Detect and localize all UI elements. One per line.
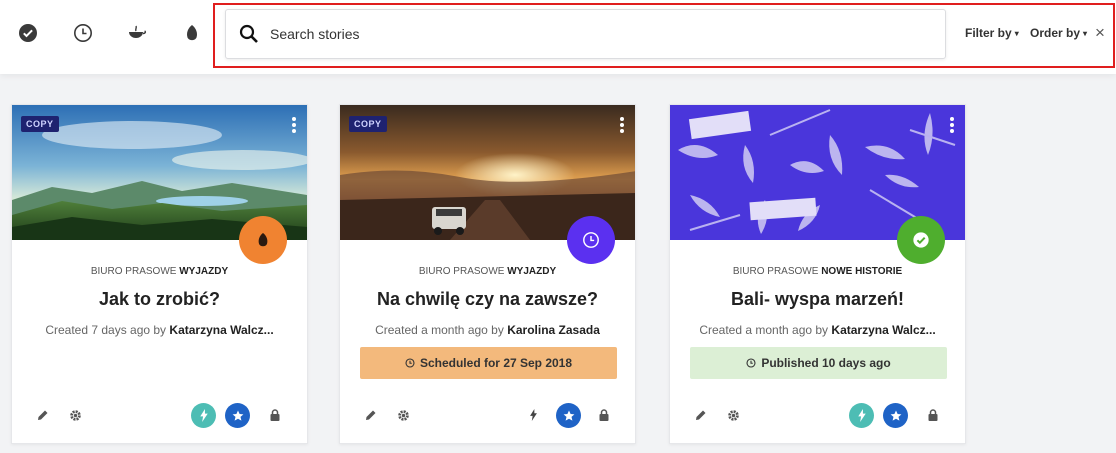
story-card[interactable]: BIURO PRASOWE NOWE HISTORIE Bali- wyspa …	[669, 104, 966, 444]
story-title[interactable]: Na chwilę czy na zawsze?	[340, 289, 635, 310]
caret-down-icon: ▾	[1083, 29, 1088, 38]
pot-icon[interactable]	[126, 22, 148, 44]
scheduled-status-icon	[567, 216, 615, 264]
caret-down-icon: ▾	[1014, 29, 1019, 38]
gear-icon[interactable]	[726, 403, 740, 427]
copy-badge: COPY	[21, 116, 59, 132]
filter-by-dropdown[interactable]: Filter by ▾	[965, 26, 1019, 40]
close-icon[interactable]: ×	[1093, 24, 1107, 41]
order-by-dropdown[interactable]: Order by ▾	[1030, 26, 1087, 40]
copy-badge: COPY	[349, 116, 387, 132]
gear-icon[interactable]	[396, 403, 410, 427]
story-title[interactable]: Bali- wyspa marzeń!	[670, 289, 965, 310]
order-by-label: Order by	[1030, 26, 1081, 40]
story-card[interactable]: COPY BIURO PRASOWE WYJAZDY Jak to zrobić…	[11, 104, 308, 444]
draft-status-icon	[239, 216, 287, 264]
bolt-icon[interactable]	[527, 403, 539, 427]
clock-icon	[746, 358, 756, 368]
gear-icon[interactable]	[68, 403, 82, 427]
story-category: BIURO PRASOWE WYJAZDY	[90, 266, 229, 277]
story-meta: Created a month ago by Katarzyna Walcz..…	[699, 323, 936, 337]
more-options-icon[interactable]	[619, 117, 625, 135]
search-box[interactable]	[225, 9, 946, 59]
star-icon[interactable]	[556, 403, 581, 428]
story-category: BIURO PRASOWE NOWE HISTORIE	[732, 266, 903, 277]
pencil-icon[interactable]	[694, 403, 708, 427]
clock-icon[interactable]	[72, 22, 94, 44]
more-options-icon[interactable]	[949, 117, 955, 135]
pencil-icon[interactable]	[36, 403, 50, 427]
published-status-icon	[897, 216, 945, 264]
story-meta: Created a month ago by Karolina Zasada	[375, 323, 600, 337]
story-title[interactable]: Jak to zrobić?	[12, 289, 307, 310]
clock-icon	[405, 358, 415, 368]
bolt-icon[interactable]	[849, 403, 874, 428]
star-icon[interactable]	[225, 403, 250, 428]
star-icon[interactable]	[883, 403, 908, 428]
card-actions	[340, 403, 635, 428]
lock-icon[interactable]	[927, 403, 939, 427]
scheduled-banner: Scheduled for 27 Sep 2018	[360, 347, 617, 379]
more-options-icon[interactable]	[291, 117, 297, 135]
check-circle-icon[interactable]	[17, 22, 39, 44]
card-actions	[12, 403, 307, 428]
lock-icon[interactable]	[598, 403, 610, 427]
search-icon	[239, 24, 258, 43]
story-card[interactable]: COPY BIURO PRASOWE WYJAZDY Na chwilę czy…	[339, 104, 636, 444]
story-category: BIURO PRASOWE WYJAZDY	[418, 266, 557, 277]
filter-by-label: Filter by	[965, 26, 1012, 40]
card-actions	[670, 403, 965, 428]
seed-icon[interactable]	[181, 22, 203, 44]
top-toolbar: Filter by▾ Order by▾ ×	[0, 0, 1116, 74]
search-input[interactable]	[270, 19, 930, 49]
pencil-icon[interactable]	[364, 403, 378, 427]
story-meta: Created 7 days ago by Katarzyna Walcz...	[45, 323, 274, 337]
published-banner: Published 10 days ago	[690, 347, 947, 379]
bolt-icon[interactable]	[191, 403, 216, 428]
lock-icon[interactable]	[269, 403, 281, 427]
